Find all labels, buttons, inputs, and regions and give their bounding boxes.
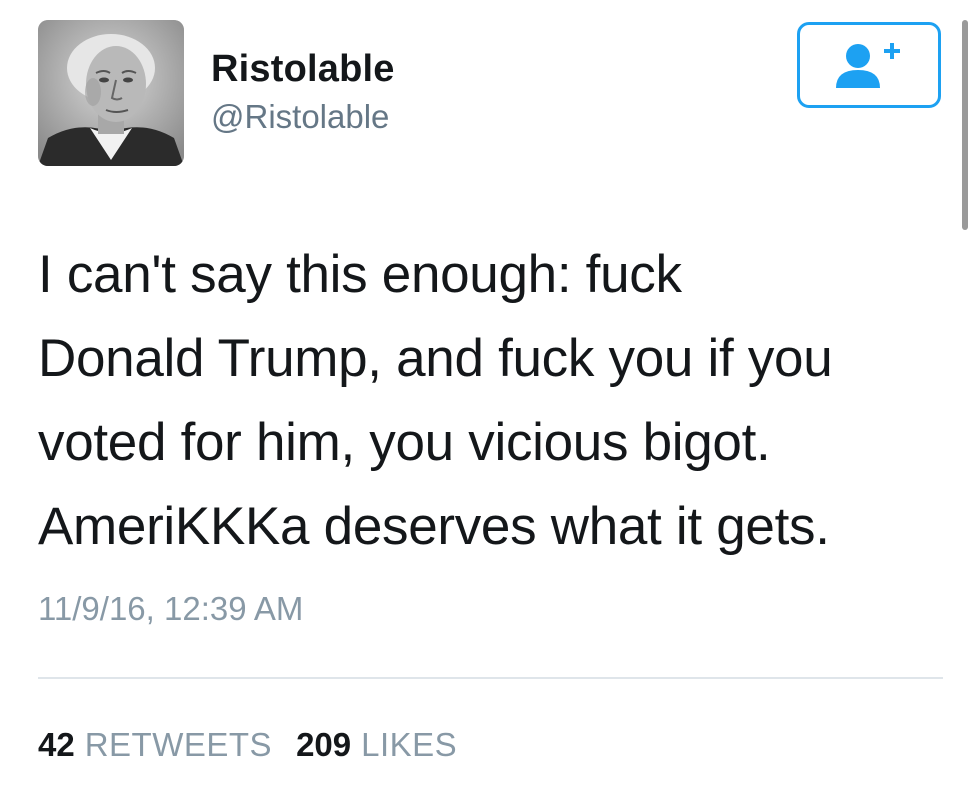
- follow-button[interactable]: [797, 22, 941, 108]
- likes-label[interactable]: LIKES: [361, 726, 457, 764]
- retweets-label[interactable]: RETWEETS: [85, 726, 272, 764]
- retweets-count[interactable]: 42: [38, 726, 75, 764]
- scrollbar[interactable]: [962, 20, 968, 230]
- user-handle[interactable]: @Ristolable: [211, 98, 389, 136]
- avatar[interactable]: [38, 20, 184, 166]
- tweet-timestamp[interactable]: 11/9/16, 12:39 AM: [38, 590, 303, 628]
- divider: [38, 677, 943, 679]
- display-name[interactable]: Ristolable: [211, 48, 395, 91]
- tweet-stats: 42 RETWEETS 209 LIKES: [38, 726, 471, 764]
- tweet-text: I can't say this enough: fuck Donald Tru…: [38, 245, 833, 556]
- avatar-portrait-image: [38, 20, 184, 166]
- likes-count[interactable]: 209: [296, 726, 351, 764]
- add-user-icon: [836, 43, 900, 88]
- tweet-card: Ristolable @Ristolable I can't say this …: [0, 0, 980, 809]
